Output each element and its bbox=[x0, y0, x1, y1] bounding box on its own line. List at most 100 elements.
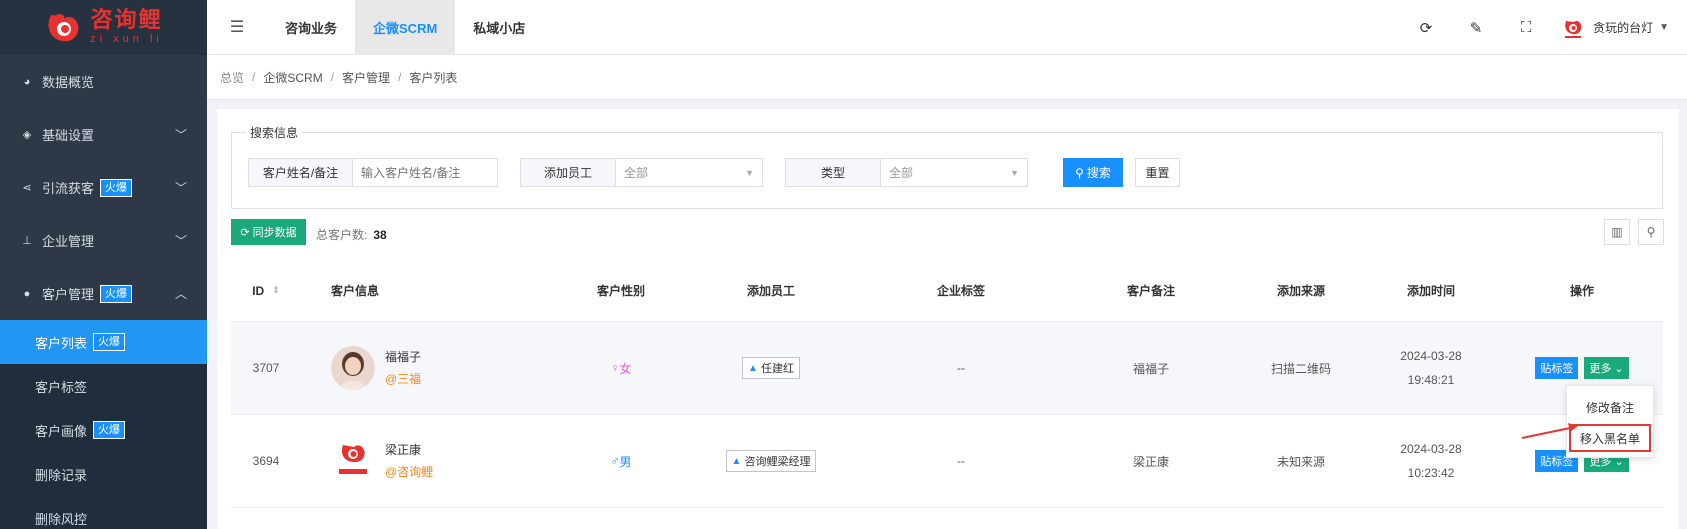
sidebar-item-basic-settings[interactable]: ◈ 基础设置 ﹀ bbox=[0, 108, 207, 161]
breadcrumb-separator: / bbox=[252, 70, 256, 84]
columns-icon[interactable]: ▥ bbox=[1604, 219, 1630, 245]
sidebar-subitem-label: 删除风控 bbox=[35, 511, 88, 527]
sidebar-item-label: 基础设置 bbox=[42, 128, 95, 143]
column-header-staff: 添加员工 bbox=[746, 284, 795, 298]
sidebar-item-label: 客户管理 bbox=[42, 287, 95, 302]
menu-item-edit-remark[interactable]: 修改备注 bbox=[1567, 392, 1653, 422]
reset-button[interactable]: 重置 bbox=[1135, 158, 1180, 187]
hot-badge: 火爆 bbox=[100, 178, 133, 197]
sidebar-subitem-customer-list[interactable]: 客户列表 火爆 bbox=[0, 320, 207, 364]
logo-pinyin: zi xun li bbox=[90, 33, 163, 45]
cell-gender: ♀ 女 bbox=[561, 360, 681, 377]
time-clock: 19:48:21 bbox=[1407, 373, 1455, 387]
more-button[interactable]: 更多 ⌄ bbox=[1584, 357, 1629, 379]
customer-info-text: 福福子 @三福 bbox=[385, 346, 421, 390]
user-name: 贪玩的台灯 bbox=[1593, 21, 1654, 35]
customer-corp: @三福 bbox=[385, 372, 422, 386]
breadcrumb: 总览 / 企微SCRM / 客户管理 / 客户列表 bbox=[207, 55, 1687, 100]
search-button-label: 搜索 bbox=[1086, 166, 1111, 180]
sync-data-button[interactable]: ⟳ 同步数据 bbox=[231, 219, 306, 245]
caret-down-icon: ▼ bbox=[1659, 22, 1669, 33]
column-header-time: 添加时间 bbox=[1406, 283, 1455, 298]
sidebar-item-acquisition[interactable]: ⋖ 引流获客 火爆 ﹀ bbox=[0, 161, 207, 214]
chevron-down-icon: ﹀ bbox=[174, 128, 187, 142]
breadcrumb-item[interactable]: 企微SCRM bbox=[263, 69, 322, 86]
sidebar-subitem-customer-tags[interactable]: 客户标签 bbox=[0, 364, 207, 408]
sidebar-subitem-delete-risk[interactable]: 删除风控 bbox=[0, 496, 207, 529]
staff-select-value: 全部 bbox=[624, 166, 649, 180]
cell-id: 3694 bbox=[252, 454, 280, 468]
fish-logo-icon bbox=[48, 13, 79, 41]
column-header-remark: 客户备注 bbox=[1126, 284, 1175, 298]
logo-text: 咨询鲤 zi xun li bbox=[90, 10, 163, 45]
breadcrumb-item[interactable]: 总览 bbox=[220, 69, 244, 86]
tab-private-shop[interactable]: 私域小店 bbox=[455, 0, 543, 55]
customer-name: 梁正康 bbox=[385, 443, 422, 457]
sidebar-item-overview[interactable]: ◕ 数据概览 bbox=[0, 55, 207, 108]
customer-name: 福福子 bbox=[385, 350, 422, 364]
cell-staff: ▲ 任建红 bbox=[681, 357, 861, 379]
customer-info-text: 梁正康 @咨询鲤 bbox=[385, 439, 433, 483]
staff-filter-field: 添加员工 全部 ▼ bbox=[520, 158, 763, 187]
menu-item-move-to-blacklist[interactable]: 移入黑名单 bbox=[1569, 424, 1651, 452]
column-header-id[interactable]: ID ⇕ bbox=[231, 284, 301, 298]
search-toggle-icon[interactable]: ⚲ bbox=[1638, 219, 1664, 245]
hamburger-icon[interactable]: ☰ bbox=[207, 17, 267, 37]
cell-remark: 福福子 bbox=[1132, 361, 1169, 376]
sync-icon: ⟳ bbox=[240, 226, 250, 239]
sidebar-subitem-label: 删除记录 bbox=[35, 467, 88, 483]
staff-tag: ▲ 任建红 bbox=[742, 357, 800, 379]
column-header-actions: 操作 bbox=[1569, 284, 1594, 298]
tab-consulting[interactable]: 咨询业务 bbox=[267, 0, 355, 55]
sidebar-subitem-customer-portrait[interactable]: 客户画像 火爆 bbox=[0, 408, 207, 452]
name-search-input[interactable] bbox=[353, 159, 497, 186]
staff-tag: ▲ 咨询鲤梁经理 bbox=[725, 450, 817, 472]
staff-label: 添加员工 bbox=[521, 159, 616, 186]
cell-gender: ♂ 男 bbox=[561, 453, 681, 470]
column-header-info: 客户信息 bbox=[331, 284, 380, 298]
more-button-label: 更多 bbox=[1589, 363, 1612, 375]
tab-scrm[interactable]: 企微SCRM bbox=[355, 0, 456, 55]
total-customers: 总客户数: 38 bbox=[316, 226, 387, 243]
annotation-arrow-icon bbox=[1521, 423, 1578, 439]
table-row: 3707 福福子 @三福 ♀ 女 ▲ 任建红 -- 福福子 扫描二维码 2024… bbox=[231, 322, 1663, 415]
name-search-field: 客户姓名/备注 bbox=[248, 158, 498, 187]
name-label: 客户姓名/备注 bbox=[249, 159, 353, 186]
type-select[interactable]: 全部 ▼ bbox=[881, 159, 1027, 186]
sidebar-subitem-label: 客户列表 bbox=[35, 335, 88, 351]
breadcrumb-item: 客户列表 bbox=[409, 70, 458, 85]
staff-select[interactable]: 全部 ▼ bbox=[616, 159, 762, 186]
add-tag-button[interactable]: 贴标签 bbox=[1535, 357, 1579, 379]
customer-submenu: 客户列表 火爆 客户标签 客户画像 火爆 删除记录 删除风控 bbox=[0, 320, 207, 529]
header-actions: ⟳ ✎ ⛶ 贪玩的台灯 ▼ bbox=[1401, 0, 1687, 55]
total-label: 总客户数: bbox=[316, 228, 368, 242]
table-row: 3694 梁正康 @咨询鲤 ♂ 男 ▲ 咨询鲤梁经理 -- 梁正康 未知来源 2… bbox=[231, 415, 1663, 508]
hot-badge: 火爆 bbox=[93, 333, 126, 351]
sort-icon[interactable]: ⇕ bbox=[272, 285, 280, 296]
cell-time: 2024-03-28 10:23:42 bbox=[1361, 437, 1501, 485]
sidebar-item-label: 数据概览 bbox=[42, 75, 95, 90]
refresh-icon[interactable]: ⟳ bbox=[1401, 19, 1451, 37]
sidebar-item-enterprise[interactable]: ⊥ 企业管理 ﹀ bbox=[0, 214, 207, 267]
cell-source: 未知来源 bbox=[1276, 454, 1325, 469]
staff-name: 任建红 bbox=[760, 363, 794, 375]
sidebar-item-customer-mgmt[interactable]: ● 客户管理 火爆 ︿ bbox=[0, 267, 207, 320]
chevron-down-icon: ﹀ bbox=[174, 234, 187, 248]
logo[interactable]: 咨询鲤 zi xun li bbox=[0, 0, 207, 55]
sidebar-subitem-delete-records[interactable]: 删除记录 bbox=[0, 452, 207, 496]
sidebar-item-label: 引流获客 bbox=[42, 181, 95, 196]
sidebar-subitem-label: 客户画像 bbox=[35, 423, 88, 439]
broom-icon[interactable]: ✎ bbox=[1451, 19, 1501, 37]
breadcrumb-item[interactable]: 客户管理 bbox=[342, 69, 390, 86]
fullscreen-icon[interactable]: ⛶ bbox=[1501, 19, 1551, 36]
time-date: 2024-03-28 bbox=[1400, 442, 1462, 456]
total-count: 38 bbox=[373, 228, 387, 242]
column-header-label: ID bbox=[252, 283, 265, 298]
cell-staff: ▲ 咨询鲤梁经理 bbox=[681, 450, 861, 472]
search-button[interactable]: ⚲ 搜索 bbox=[1063, 158, 1123, 187]
user-menu[interactable]: 贪玩的台灯 ▼ bbox=[1561, 16, 1687, 40]
time-clock: 10:23:42 bbox=[1407, 466, 1455, 480]
hot-badge: 火爆 bbox=[93, 421, 126, 439]
staff-name: 咨询鲤梁经理 bbox=[744, 456, 811, 468]
cell-enterprise-tag: -- bbox=[957, 361, 965, 375]
